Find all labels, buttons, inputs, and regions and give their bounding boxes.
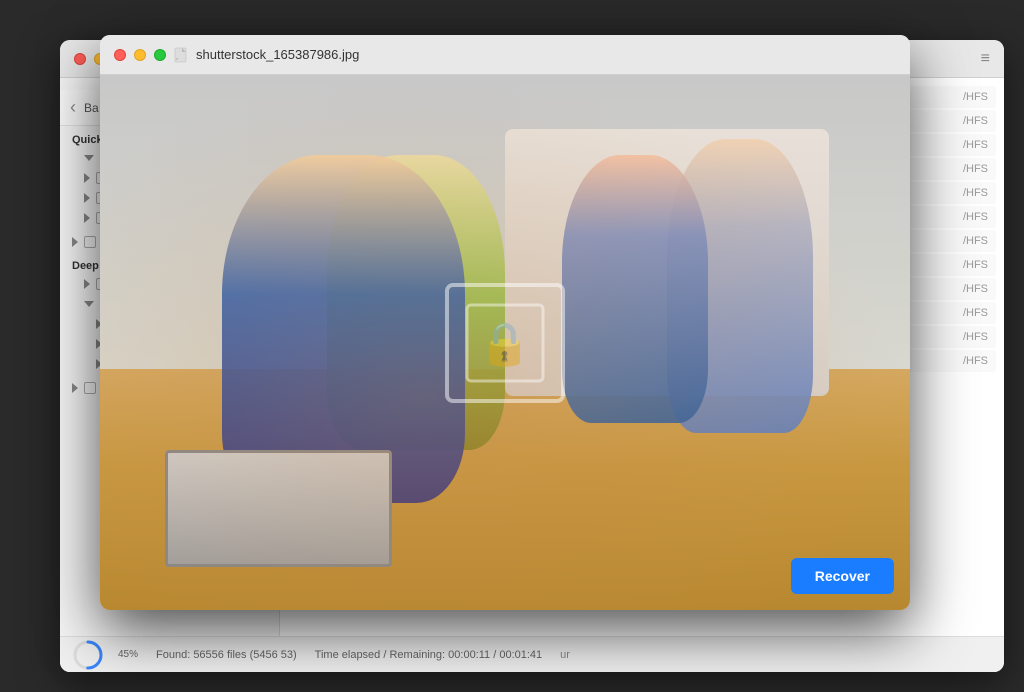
modal-titlebar: × shutterstock_165387986.jpg	[100, 35, 910, 75]
close-button[interactable]	[74, 53, 86, 65]
breadcrumb: Ba	[84, 101, 99, 115]
back-button[interactable]: ‹	[70, 97, 76, 118]
cancel-text[interactable]: ur	[560, 649, 570, 661]
expand-icon	[84, 193, 90, 203]
item-checkbox[interactable]	[84, 236, 96, 248]
modal-close-button[interactable]	[114, 49, 126, 61]
expand-icon	[84, 213, 90, 223]
status-text: Found: 56556 files (5456 53)	[156, 649, 297, 661]
modal-title: × shutterstock_165387986.jpg	[174, 47, 359, 63]
expand-icon	[72, 237, 78, 247]
svg-text:🔒: 🔒	[479, 320, 531, 368]
modal-minimize-button[interactable]	[134, 49, 146, 61]
expand-icon	[84, 301, 94, 307]
modal-maximize-button[interactable]	[154, 49, 166, 61]
time-text: Time elapsed / Remaining: 00:00:11 / 00:…	[315, 649, 542, 661]
image-preview-area: 🔒 Recover	[100, 75, 910, 610]
expand-icon	[84, 279, 90, 289]
expand-icon	[84, 155, 94, 161]
progress-percent: 45%	[118, 649, 138, 660]
modal-preview-window: × shutterstock_165387986.jpg 🔒 Recover	[100, 35, 910, 610]
recover-button[interactable]: Recover	[791, 558, 894, 594]
bg-status-bar: 45% Found: 56556 files (5456 53) Time el…	[60, 636, 1004, 672]
photo-person	[562, 155, 708, 423]
watermark-overlay: 🔒	[445, 283, 565, 403]
watermark-icon: 🔒	[465, 303, 545, 383]
expand-icon	[84, 173, 90, 183]
file-type-icon: ×	[174, 47, 190, 63]
expand-icon	[72, 383, 78, 393]
item-checkbox[interactable]	[84, 382, 96, 394]
menu-icon[interactable]: ≡	[981, 50, 990, 68]
photo-tablet	[165, 450, 392, 568]
progress-ring	[72, 639, 104, 671]
